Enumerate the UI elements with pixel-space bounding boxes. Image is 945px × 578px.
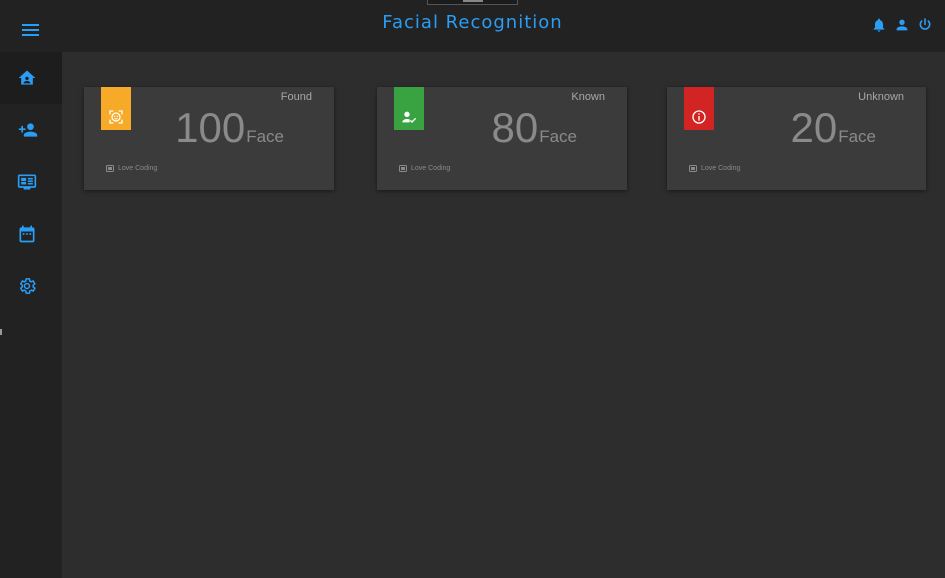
card-unit: Face bbox=[246, 127, 284, 146]
stat-card-found: Found 100 Face Love Coding bbox=[84, 87, 334, 190]
card-footer: Love Coding bbox=[689, 165, 740, 172]
tag-icon bbox=[399, 165, 407, 172]
card-badge bbox=[394, 87, 424, 130]
card-footer-text: Love Coding bbox=[118, 165, 158, 172]
info-icon bbox=[692, 110, 706, 124]
user-icon[interactable] bbox=[894, 17, 910, 33]
sidebar-item-calendar[interactable] bbox=[0, 208, 62, 260]
card-value: 20 Face bbox=[790, 105, 876, 160]
sidebar-item-home[interactable] bbox=[0, 52, 62, 104]
card-unit: Face bbox=[838, 127, 876, 146]
card-footer: Love Coding bbox=[399, 165, 450, 172]
monitor-icon bbox=[17, 174, 37, 190]
top-bar: Facial Recognition bbox=[0, 0, 945, 52]
card-footer-text: Love Coding bbox=[701, 165, 741, 172]
stat-card-known: Known 80 Face Love Coding bbox=[377, 87, 627, 190]
tag-icon bbox=[106, 165, 114, 172]
sidebar-item-monitor[interactable] bbox=[0, 156, 62, 208]
resize-handle[interactable] bbox=[0, 329, 2, 335]
card-number: 100 bbox=[175, 104, 246, 151]
bell-icon[interactable] bbox=[871, 17, 887, 33]
home-icon bbox=[18, 70, 36, 85]
card-badge bbox=[684, 87, 714, 130]
card-label: Found bbox=[280, 91, 312, 103]
sidebar-item-add-person[interactable] bbox=[0, 104, 62, 156]
sidebar-item-settings[interactable] bbox=[0, 260, 62, 312]
card-label: Unknown bbox=[858, 91, 904, 103]
person-check-icon bbox=[402, 111, 417, 123]
stat-card-unknown: Unknown 20 Face Love Coding bbox=[667, 87, 926, 190]
card-value: 80 Face bbox=[491, 105, 577, 160]
gear-icon bbox=[19, 278, 36, 294]
card-value: 100 Face bbox=[175, 105, 284, 160]
face-scan-icon bbox=[109, 110, 123, 124]
tag-icon bbox=[689, 165, 697, 172]
person-add-icon bbox=[18, 123, 38, 137]
card-footer-text: Love Coding bbox=[411, 165, 451, 172]
power-icon[interactable] bbox=[917, 17, 933, 33]
top-actions bbox=[871, 17, 933, 33]
card-badge bbox=[101, 87, 131, 130]
card-label: Known bbox=[571, 91, 605, 103]
app-window: Facial Recognition Found 100 Face Love C… bbox=[0, 0, 945, 578]
card-number: 80 bbox=[491, 104, 539, 151]
dashboard-content: Found 100 Face Love Coding Known 80 Face L… bbox=[62, 52, 945, 578]
app-title: Facial Recognition bbox=[382, 12, 563, 33]
card-number: 20 bbox=[790, 104, 838, 151]
card-footer: Love Coding bbox=[106, 165, 157, 172]
calendar-icon bbox=[19, 225, 35, 243]
card-unit: Face bbox=[539, 127, 577, 146]
sidebar bbox=[0, 52, 62, 578]
window-drag-handle[interactable] bbox=[427, 0, 518, 5]
